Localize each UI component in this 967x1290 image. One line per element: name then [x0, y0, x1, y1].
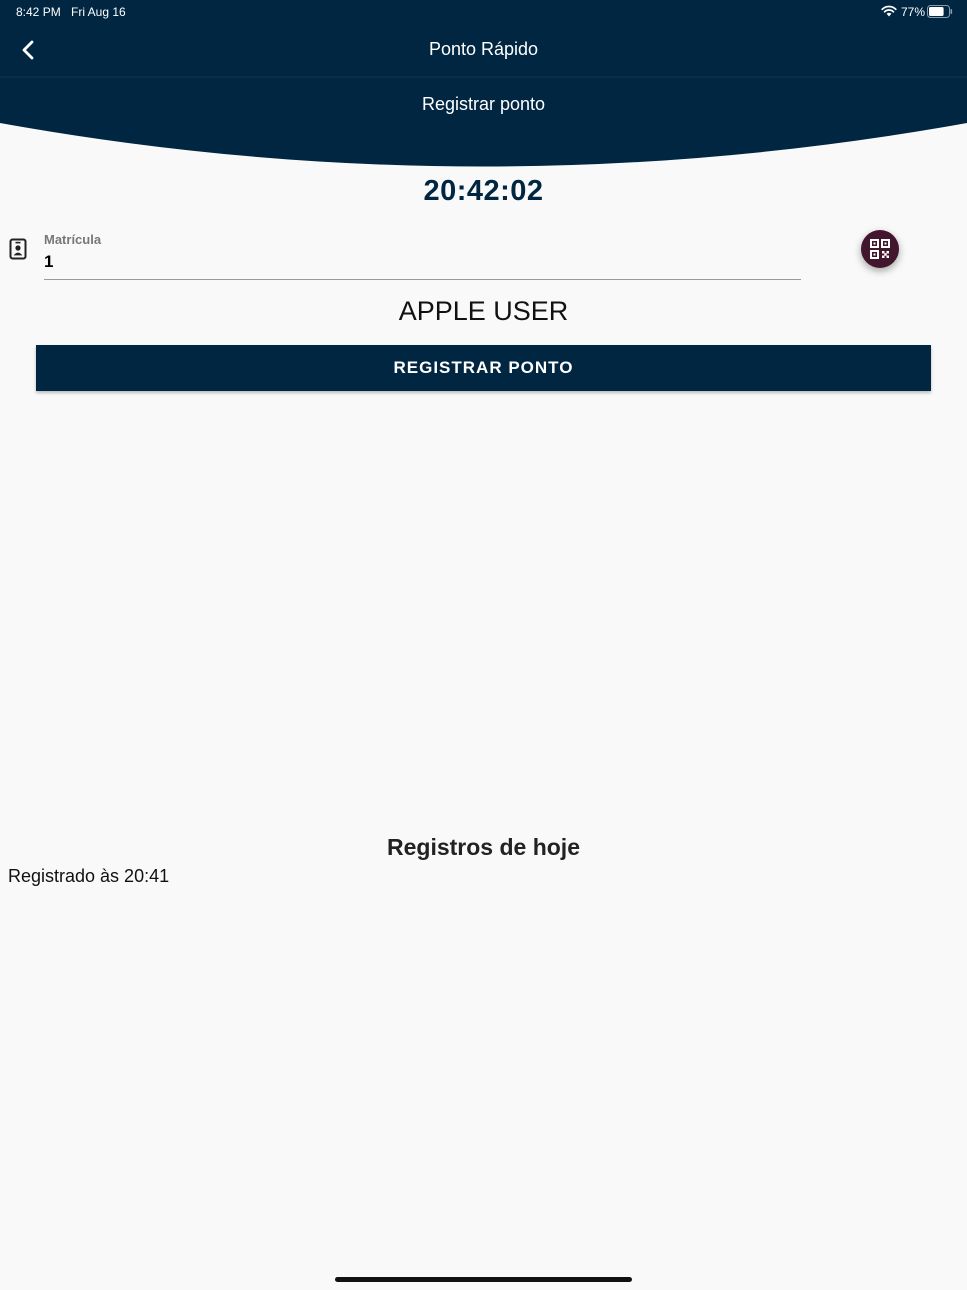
- status-time: 8:42 PM: [16, 5, 61, 19]
- battery-icon: [927, 5, 953, 18]
- banner-title: Registrar ponto: [421, 94, 546, 114]
- status-bar: 8:42 PM Fri Aug 16 77%: [0, 0, 967, 24]
- nav-title: Ponto Rápido: [428, 39, 539, 59]
- records-heading: Registros de hoje: [387, 834, 580, 860]
- id-badge-icon: [9, 238, 27, 260]
- banner: Registrar ponto: [0, 78, 967, 172]
- register-punch-button[interactable]: REGISTRAR PONTO: [36, 345, 931, 391]
- matricula-field: Matrícula: [44, 230, 801, 281]
- matricula-underline: [44, 279, 801, 280]
- qr-scan-button[interactable]: [861, 230, 899, 268]
- clock: 20:42:02: [423, 175, 544, 207]
- home-indicator[interactable]: [335, 1277, 632, 1282]
- qr-code-icon: [870, 239, 890, 259]
- wifi-icon: [881, 5, 897, 17]
- header: 8:42 PM Fri Aug 16 77% Ponto Rápido: [0, 0, 967, 78]
- matricula-input[interactable]: [44, 250, 801, 274]
- app-screen: 8:42 PM Fri Aug 16 77% Ponto Rápido Regi…: [0, 0, 967, 1290]
- navigation-bar: Ponto Rápido: [0, 24, 967, 78]
- matricula-label: Matrícula: [44, 232, 102, 247]
- battery-percentage: 77%: [901, 5, 926, 19]
- user-name: APPLE USER: [398, 296, 569, 326]
- record-item: Registrado às 20:41: [8, 866, 170, 886]
- banner-curve: [0, 78, 967, 167]
- status-date: Fri Aug 16: [71, 5, 126, 19]
